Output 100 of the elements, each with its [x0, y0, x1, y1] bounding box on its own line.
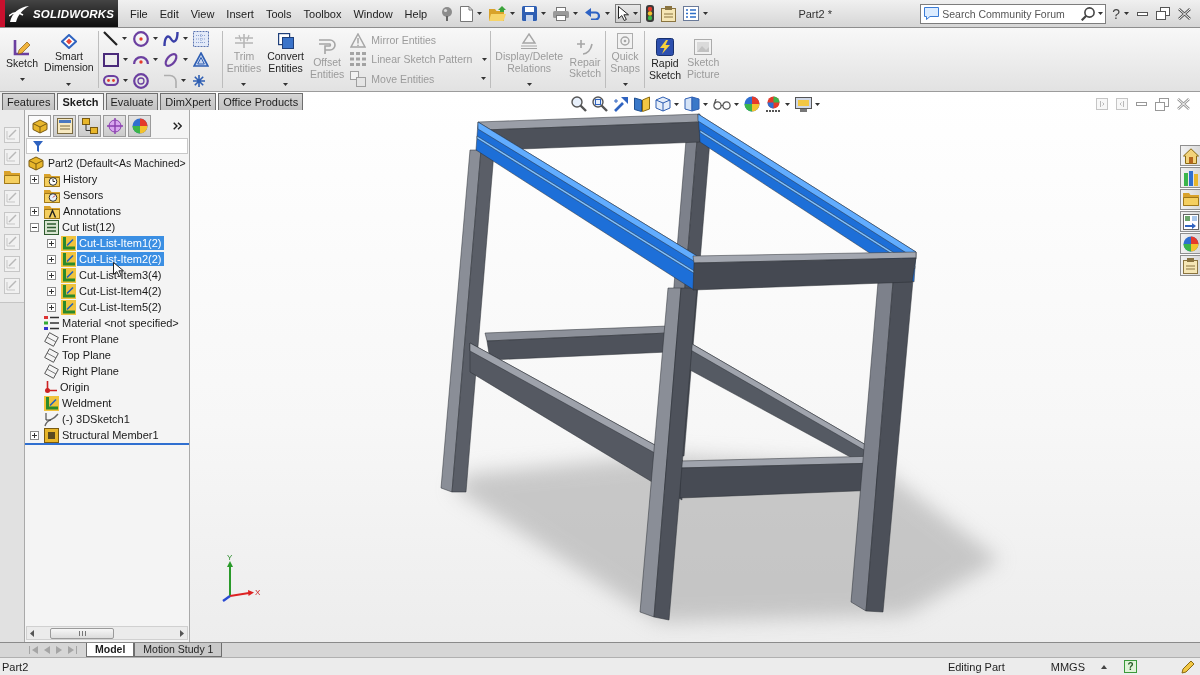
panel-tab[interactable] [103, 115, 126, 137]
minimize-icon[interactable] [1137, 11, 1148, 16]
save-icon[interactable] [522, 6, 538, 21]
scrollbar-thumb[interactable] [50, 627, 114, 639]
tab[interactable]: Features [2, 93, 56, 110]
tree-item[interactable]: Weldment [60, 396, 114, 410]
tree-item[interactable]: Cut list(12) [60, 220, 118, 234]
menu-item[interactable]: Toolbox [297, 4, 348, 23]
tile-right-icon[interactable] [1116, 98, 1128, 110]
caret-icon[interactable] [1098, 12, 1104, 15]
ellipse-icon[interactable] [162, 51, 179, 68]
tree-item[interactable]: Origin [58, 380, 92, 394]
menu-item[interactable]: Window [347, 4, 399, 23]
expand-icon[interactable] [30, 206, 39, 216]
double-chevron-icon[interactable] [173, 122, 182, 130]
tab[interactable]: Office Products [218, 93, 304, 110]
printer-icon[interactable] [553, 6, 570, 21]
caret-icon[interactable] [122, 58, 128, 61]
caret-icon[interactable] [1124, 12, 1129, 15]
menu-item[interactable]: View [184, 4, 221, 23]
monitor-icon[interactable] [794, 96, 812, 112]
menu-item[interactable]: Edit [153, 4, 185, 23]
caret-icon[interactable] [541, 12, 547, 15]
new-document-icon[interactable] [460, 5, 474, 22]
caret-icon[interactable] [66, 82, 72, 86]
caret-icon[interactable] [182, 58, 188, 61]
caret-icon[interactable] [702, 102, 708, 106]
tree-item[interactable]: History [61, 172, 100, 186]
caret-icon[interactable] [633, 12, 639, 15]
caret-icon[interactable] [19, 78, 25, 82]
toggle-button[interactable] [615, 4, 642, 23]
task-pane-tab[interactable] [1180, 189, 1200, 210]
checklist-icon[interactable] [683, 6, 700, 21]
collapse-icon[interactable] [30, 222, 39, 232]
search-field[interactable]: Search Community Forum [920, 3, 1107, 24]
clipboard-icon[interactable] [661, 5, 677, 22]
magnifier-square-icon[interactable] [591, 96, 608, 112]
menu-item[interactable]: File [124, 4, 154, 23]
caret-up-icon[interactable] [1101, 664, 1107, 669]
triangle-icon[interactable] [192, 52, 209, 67]
tree-item[interactable]: Front Plane [60, 332, 121, 346]
traffic-light-icon[interactable] [646, 5, 655, 22]
rectangle-icon[interactable] [102, 52, 119, 67]
help-button[interactable]: ? [1112, 5, 1120, 22]
panel-tab[interactable] [128, 115, 151, 137]
horizontal-scrollbar[interactable] [26, 626, 188, 640]
caret-icon[interactable] [673, 102, 679, 106]
caret-icon[interactable] [733, 102, 739, 106]
spline-icon[interactable] [162, 30, 179, 47]
task-pane-tab[interactable] [1180, 167, 1200, 188]
task-pane-tab[interactable] [1180, 233, 1200, 254]
expand-icon[interactable] [47, 286, 56, 296]
tree-item[interactable]: Top Plane [60, 348, 113, 362]
tab[interactable]: Motion Study 1 [134, 643, 223, 657]
color-sphere-icon[interactable] [743, 96, 760, 112]
steel-frame-drawing[interactable] [440, 113, 1000, 622]
expand-icon[interactable] [47, 270, 56, 280]
close-icon[interactable] [1177, 98, 1190, 110]
menu-item[interactable]: Tools [259, 4, 298, 23]
tab[interactable]: DimXpert [160, 93, 217, 110]
tab[interactable]: Evaluate [105, 93, 159, 110]
task-pane-tab[interactable] [1180, 211, 1200, 232]
caret-icon[interactable] [703, 12, 709, 15]
wand-arrow-icon[interactable] [612, 96, 629, 112]
tree-item[interactable]: Structural Member1 [60, 428, 161, 442]
caret-icon[interactable] [283, 83, 288, 86]
slot-icon[interactable] [102, 75, 119, 86]
command-button[interactable]: Rapid Sketch [645, 31, 684, 88]
cube-icon[interactable] [654, 96, 671, 112]
arc-icon[interactable] [132, 55, 149, 64]
sphere-stand-icon[interactable] [764, 96, 782, 112]
caret-icon[interactable] [510, 12, 516, 15]
magnifier-icon[interactable] [570, 96, 587, 112]
units-button[interactable]: MMGS [1050, 660, 1085, 673]
tree-item[interactable]: Cut-List-Item5(2) [77, 300, 164, 314]
tree-item[interactable]: (-) 3DSketch1 [60, 412, 132, 426]
pencil-icon[interactable] [1181, 659, 1195, 674]
tile-left-icon[interactable] [1096, 98, 1108, 110]
caret-icon[interactable] [121, 37, 127, 40]
folder-icon[interactable] [4, 171, 20, 184]
panel-tab[interactable] [78, 115, 101, 137]
tree-item[interactable]: Annotations [61, 204, 124, 218]
tab[interactable]: Model [86, 643, 135, 657]
shaded-cube-icon[interactable] [683, 96, 700, 112]
arrow-right-icon[interactable] [180, 629, 184, 637]
menu-item[interactable]: Help [398, 4, 434, 23]
command-button[interactable]: Smart Dimension [41, 31, 97, 88]
tree-item[interactable]: Right Plane [60, 364, 121, 378]
help-button[interactable]: ? [1124, 660, 1137, 673]
glasses-icon[interactable] [712, 98, 731, 110]
undo-icon[interactable] [585, 7, 602, 20]
caret-icon[interactable] [477, 12, 483, 15]
arrow-left-icon[interactable] [30, 629, 34, 637]
task-pane-tab[interactable] [1180, 255, 1200, 276]
expand-icon[interactable] [30, 430, 39, 440]
caret-icon[interactable] [122, 79, 128, 82]
caret-icon[interactable] [814, 102, 820, 106]
menu-item[interactable]: Insert [220, 4, 260, 23]
panel-tab[interactable] [28, 115, 51, 137]
logo-banner[interactable]: SOLIDWORKS [0, 0, 118, 27]
